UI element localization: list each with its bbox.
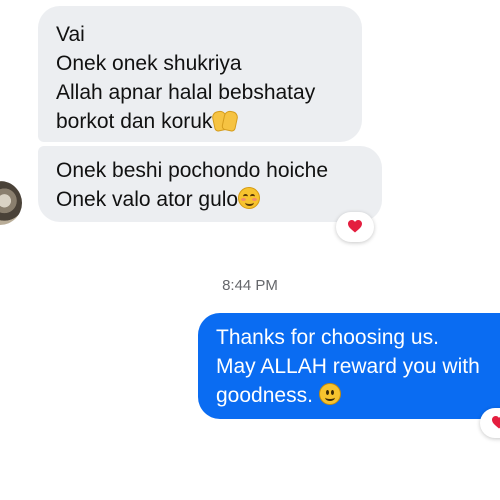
message-line: May ALLAH reward you with bbox=[216, 355, 480, 378]
message-line: Onek onek shukriya bbox=[56, 52, 242, 75]
palms-up-together-icon bbox=[211, 109, 240, 133]
smiling-face-with-smiling-eyes-icon bbox=[238, 187, 261, 209]
message-reaction-badge[interactable] bbox=[336, 212, 374, 242]
messenger-conversation: Vai Onek onek shukriya Allah apnar halal… bbox=[0, 0, 500, 500]
message-line: Thanks for choosing us. bbox=[216, 326, 439, 349]
message-reaction-badge[interactable] bbox=[480, 408, 500, 438]
contact-avatar[interactable] bbox=[0, 181, 22, 225]
message-line: Onek beshi pochondo hoiche bbox=[56, 159, 329, 182]
incoming-message-bubble[interactable]: Vai Onek onek shukriya Allah apnar halal… bbox=[38, 6, 362, 142]
incoming-message-bubble[interactable]: Onek beshi pochondo hoiche Onek valo ato… bbox=[38, 146, 382, 222]
message-line: borkot dan koruk bbox=[56, 107, 344, 136]
slightly-smiling-face-icon bbox=[318, 383, 341, 405]
message-line: Allah apnar halal bebshatay bbox=[56, 81, 316, 104]
message-line: Onek valo ator gulo bbox=[56, 185, 364, 214]
red-heart-icon bbox=[348, 220, 362, 233]
red-heart-icon bbox=[492, 416, 500, 429]
message-line: Vai bbox=[56, 23, 85, 46]
message-timestamp: 8:44 PM bbox=[222, 277, 278, 294]
outgoing-message-bubble[interactable]: Thanks for choosing us. May ALLAH reward… bbox=[198, 313, 500, 419]
message-line: goodness. bbox=[216, 381, 500, 410]
